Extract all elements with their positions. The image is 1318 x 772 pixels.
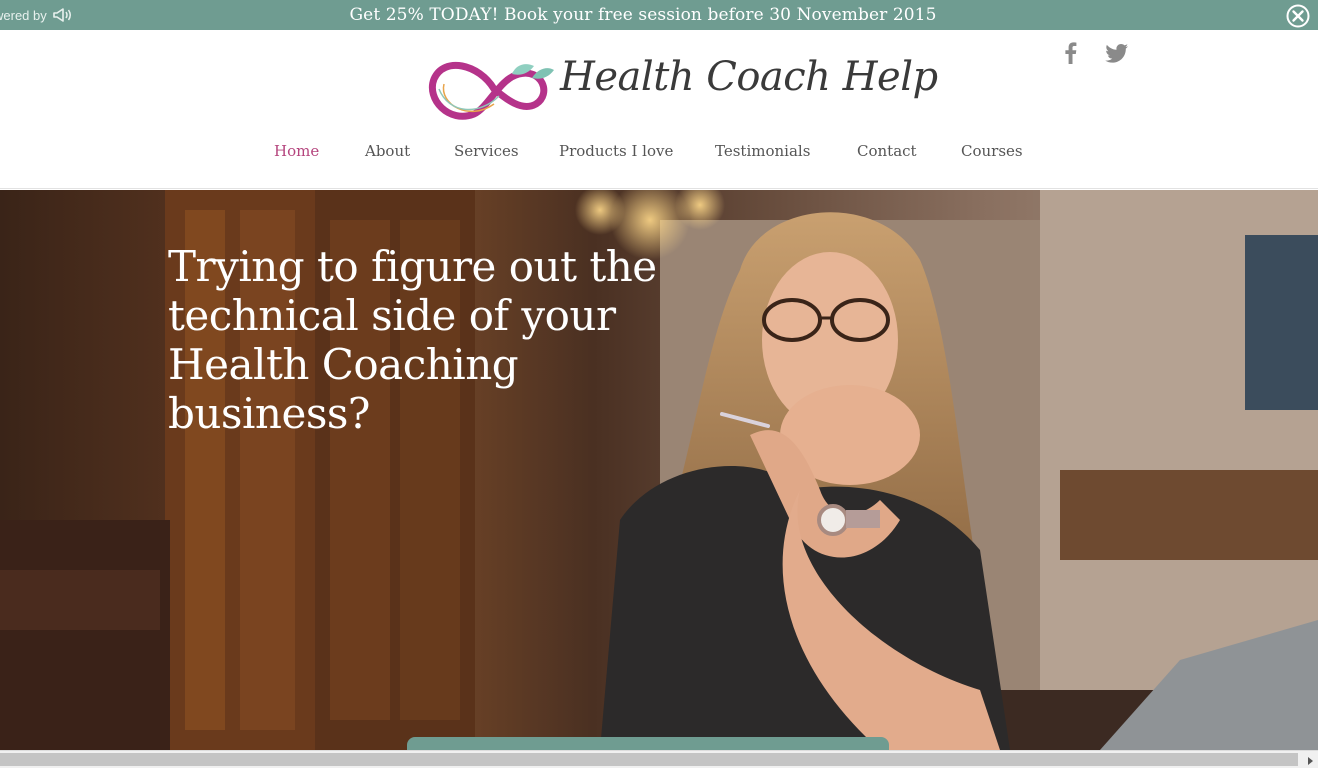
- site-header: Health Coach Help Home About Services Pr…: [0, 30, 1318, 189]
- close-button[interactable]: [1286, 4, 1310, 28]
- facebook-icon[interactable]: [1058, 40, 1084, 66]
- close-icon: [1286, 4, 1310, 28]
- horizontal-scrollbar[interactable]: [0, 750, 1318, 768]
- main-nav: Home About Services Products I love Test…: [0, 142, 1318, 172]
- infinity-logo-icon: [429, 61, 554, 120]
- nav-item-contact[interactable]: Contact: [857, 142, 917, 160]
- nav-item-products[interactable]: Products I love: [559, 142, 673, 160]
- nav-item-services[interactable]: Services: [454, 142, 519, 160]
- scrollbar-thumb[interactable]: [0, 753, 1298, 766]
- logo[interactable]: Health Coach Help: [424, 44, 938, 134]
- promo-message[interactable]: Get 25% TODAY! Book your free session be…: [0, 0, 1286, 30]
- scroll-right-arrow-icon[interactable]: [1304, 754, 1316, 766]
- cta-tab-button[interactable]: [407, 737, 889, 750]
- nav-item-testimonials[interactable]: Testimonials: [715, 142, 810, 160]
- nav-item-about[interactable]: About: [365, 142, 410, 160]
- nav-item-courses[interactable]: Courses: [961, 142, 1023, 160]
- brand-name: Health Coach Help: [560, 54, 938, 100]
- nav-item-home[interactable]: Home: [274, 142, 319, 160]
- twitter-icon[interactable]: [1104, 40, 1130, 66]
- hero-heading: Trying to figure out the technical side …: [168, 242, 657, 438]
- hero-banner: Trying to figure out the technical side …: [0, 190, 1318, 750]
- promo-bar: wered by Get 25% TODAY! Book your free s…: [0, 0, 1318, 30]
